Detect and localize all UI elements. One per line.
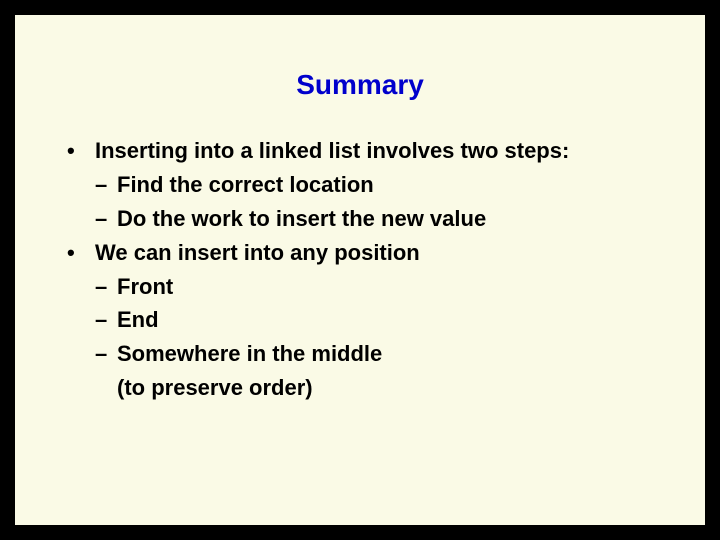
sub-item: – Front [67, 271, 665, 303]
sub-text: Find the correct location [117, 169, 665, 201]
slide-content: • Inserting into a linked list involves … [55, 135, 665, 404]
sub-text: End [117, 304, 665, 336]
sub-item: – End [67, 304, 665, 336]
sub-item: – Do the work to insert the new value [67, 203, 665, 235]
sub-marker: – [95, 304, 117, 336]
bullet-marker: • [67, 237, 95, 269]
sub-marker: – [95, 338, 117, 370]
bullet-text: Inserting into a linked list involves tw… [95, 135, 665, 167]
slide-title: Summary [55, 69, 665, 101]
bullet-text: We can insert into any position [95, 237, 665, 269]
sub-item: – Somewhere in the middle [67, 338, 665, 370]
bullet-marker: • [67, 135, 95, 167]
bullet-item: • Inserting into a linked list involves … [67, 135, 665, 167]
sub-text: Somewhere in the middle [117, 338, 665, 370]
sub-marker: – [95, 271, 117, 303]
sub-marker: – [95, 203, 117, 235]
sub-item: – Find the correct location [67, 169, 665, 201]
sub-text: Front [117, 271, 665, 303]
sub-continuation: (to preserve order) [67, 372, 665, 404]
slide-container: Summary • Inserting into a linked list i… [12, 12, 708, 528]
bullet-item: • We can insert into any position [67, 237, 665, 269]
sub-text: Do the work to insert the new value [117, 203, 665, 235]
sub-marker: – [95, 169, 117, 201]
